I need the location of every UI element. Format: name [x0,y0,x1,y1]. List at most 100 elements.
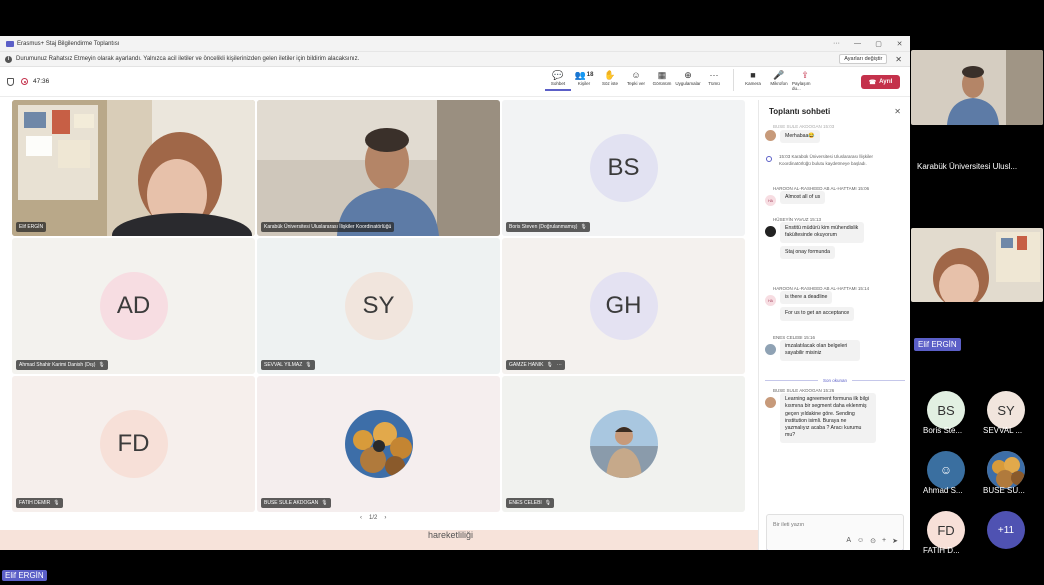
close-chat-icon[interactable]: ✕ [894,107,901,116]
participant-name: GAMZE HANIK [509,362,544,368]
more-participants-button[interactable]: +11 [987,511,1025,549]
raise-hand-button[interactable]: ✋ Söz iste [597,69,623,91]
message-bubble: Merhabaa😂 [780,130,820,144]
page-indicator: 1/2 [369,515,378,521]
pinned-video-karabuk[interactable] [911,50,1043,125]
participant-tile-gamze[interactable]: GH GAMZE HANIK 🎙 ··· [502,238,745,374]
teams-icon [6,40,14,47]
change-settings-button[interactable]: Ayarları değiştir [839,54,888,64]
view-button[interactable]: ▦ Görünüm [649,69,675,91]
chat-header: Toplantı sohbeti ✕ [759,100,910,122]
leave-button[interactable]: ☎ Ayrıl [861,75,900,89]
participant-name: BUSE SULE AKDOGAN [264,500,319,506]
close-window-button[interactable]: ✕ [889,40,910,48]
avatar [765,130,776,141]
name-tag: FATIH DEMIR 🎙 [16,498,63,508]
participant-tile-enes[interactable]: ENES CELEBI 🎙 [502,376,745,512]
next-page-button[interactable]: › [384,515,386,521]
more-button[interactable]: ··· Tümü [701,69,727,91]
self-video[interactable] [911,228,1043,302]
participant-tile-sevval[interactable]: SY SEVVAL YILMAZ 🎙 [257,238,500,374]
message-bubble: is there a deadline [780,291,833,305]
view-label: Görünüm [652,81,672,86]
apps-button[interactable]: ⊕ Uygulamalar [675,69,701,91]
participant-avatar-fd[interactable]: FD [927,511,965,549]
maximize-button[interactable]: ▢ [868,40,889,48]
chat-message: BUSE SULE AKDOGAN 15:03 Merhabaa😂 [765,124,905,144]
participant-tile-buse[interactable]: BUSE SULE AKDOGAN 🎙 [257,376,500,512]
people-button[interactable]: 👥 18 Kişiler [571,69,597,91]
more-options-button[interactable]: ··· [826,40,847,48]
screen: Erasmus+ Staj Bilgilendirme Toplantısı ·… [0,0,1044,585]
chat-title: Toplantı sohbeti [769,106,831,116]
chat-message: ENES CELEBI 15:16 imzalatılacak olan bel… [765,335,905,361]
chat-message: BUSE SULE AKDOGAN 15:26 Learning agreeme… [765,388,905,443]
emoji-icon[interactable]: ☺ [857,537,864,545]
meeting-toolbar: 47:36 💬 Sohbet 👥 18 Kişiler ✋ Söz iste ☺ … [0,67,910,97]
last-read-divider: Son okunan [765,376,905,384]
toolbar-separator [733,69,734,91]
avatar [765,344,776,355]
chat-message: HAROON AL-RASHEED AB AL-HATTAMI 15:06 HA… [765,186,905,206]
chat-icon: 💬 [552,70,564,80]
participant-name: ENES CELEBI [509,500,542,506]
compose-placeholder: Bir ileti yazın [773,522,805,528]
bottom-self-label: Elif ERGİN [2,570,47,581]
add-icon[interactable]: + [882,537,886,545]
chat-button[interactable]: 💬 Sohbet [545,69,571,91]
minimize-button[interactable]: — [847,40,868,48]
hand-icon: ✋ [604,70,616,80]
compose-toolbar: A ☺ ⊙ + ➤ [846,537,898,545]
people-count: 18 [586,72,594,78]
chat-label: Sohbet [550,81,566,86]
people-icon: 👥 18 [574,70,594,80]
video-feed-elif [12,100,255,236]
share-icon: ⇪ [801,70,809,80]
send-icon[interactable]: ➤ [892,537,898,545]
shield-icon [7,77,14,86]
previous-page-button[interactable]: ‹ [360,515,362,521]
participant-avatar-bs[interactable]: BS [927,391,965,429]
microphone-icon: 🎤 [773,70,785,80]
title-bar: Erasmus+ Staj Bilgilendirme Toplantısı ·… [0,36,910,52]
chat-message: HAROON AL-RASHEED AB AL-HATTAMI 15:14 HA… [765,286,905,321]
participant-tile-ahmad[interactable]: AD Ahmad Shahir Karimi Danish (Dış) 🎙 [12,238,255,374]
close-notification-icon[interactable]: ✕ [895,55,902,64]
teams-meeting-window: Erasmus+ Staj Bilgilendirme Toplantısı ·… [0,36,910,550]
profile-photo [589,410,658,478]
participant-name: Ahmad Shahir Karimi Danish (Dış) [19,362,96,368]
mic-off-icon: 🎙 [98,362,105,368]
camera-label: Kamera [745,81,761,86]
ellipsis-icon: ··· [709,70,719,80]
share-button[interactable]: ⇪ Paylaşım du... [792,69,818,91]
mic-off-icon: 🎙 [53,500,60,506]
participant-tile-fatih[interactable]: FD FATIH DEMIR 🎙 [12,376,255,512]
avatar: SY [344,272,413,340]
camera-button[interactable]: ■ Kamera [740,69,766,91]
participant-tile-karabuk[interactable]: Karabük Üniversitesi Uluslararası İlişki… [257,100,500,236]
grid-icon: ▦ [657,70,667,80]
react-button[interactable]: ☺ Tepki ver [623,69,649,91]
format-icon[interactable]: A [846,537,851,545]
name-tag: Elif ERGİN [16,222,47,232]
participant-avatar-sy[interactable]: SY [987,391,1025,429]
message-bubble: For us to get an acceptance [780,307,855,321]
participant-tile-elif[interactable]: Elif ERGİN [12,100,255,236]
profile-photo [987,451,1025,489]
toolbar-buttons: 💬 Sohbet 👥 18 Kişiler ✋ Söz iste ☺ Tepki … [545,69,818,91]
loop-icon[interactable]: ⊙ [870,537,876,545]
participant-avatar-ahmad[interactable]: ☺ [927,451,965,489]
participant-tile-boris[interactable]: BS Boris Steven (Doğrulanmamış) 🎙 [502,100,745,236]
compose-box[interactable]: Bir ileti yazın A ☺ ⊙ + ➤ [766,514,904,550]
message-bubble: Enstitü müdürü kim mühendislik fakültesi… [780,222,864,243]
more-options-icon[interactable]: ··· [557,362,562,368]
microphone-button[interactable]: 🎤 Mikrofon [766,69,792,91]
participant-name: FATIH DEMIR [19,500,51,506]
video-feed-self [911,228,1043,302]
participant-label: BUSE SU... [983,486,1025,495]
participant-name: Boris Steven (Doğrulanmamış) [509,224,578,230]
participant-avatar-buse[interactable] [987,451,1025,489]
dnd-notification-bar: i Durumunuz Rahatsız Etmeyin olarak ayar… [0,52,910,67]
system-text: Karabük Üniversitesi Uluslararası İlişki… [779,154,874,166]
window-title: Erasmus+ Staj Bilgilendirme Toplantısı [17,40,120,47]
